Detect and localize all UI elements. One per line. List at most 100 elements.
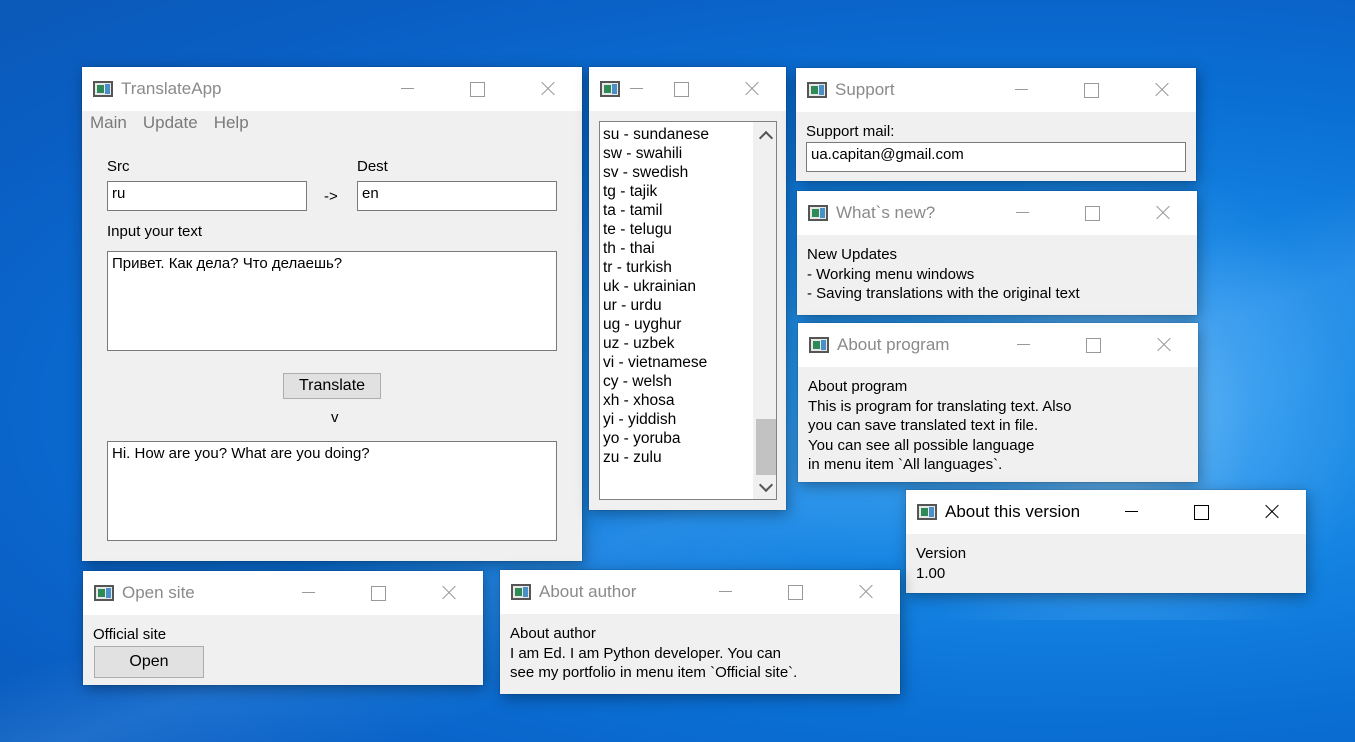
languages-scrollbar[interactable] — [753, 122, 776, 499]
arrow-label: -> — [324, 188, 338, 205]
menu-main[interactable]: Main — [82, 111, 135, 135]
languages-titlebar[interactable] — [589, 67, 786, 111]
app-icon — [93, 81, 113, 97]
open-site-titlebar[interactable]: Open site — [83, 571, 483, 615]
language-list-item[interactable]: tg - tajik — [603, 182, 776, 201]
minimize-icon[interactable] — [986, 68, 1056, 112]
src-label: Src — [107, 158, 130, 175]
languages-list-items: su - sundanese sw - swahili sv - swedish tg… — [600, 122, 776, 467]
official-site-label: Official site — [93, 626, 167, 643]
maximize-icon[interactable] — [1056, 68, 1126, 112]
language-list-item[interactable]: cy - welsh — [603, 372, 776, 391]
about-author-titlebar[interactable]: About author — [500, 570, 900, 614]
app-icon — [808, 205, 828, 221]
open-site-window-title: Open site — [122, 583, 195, 602]
about-version-text: Version 1.00 — [916, 545, 967, 582]
maximize-icon[interactable] — [442, 67, 512, 111]
language-list-item[interactable]: ta - tamil — [603, 201, 776, 220]
maximize-icon[interactable] — [1057, 191, 1127, 235]
scroll-up-icon[interactable] — [754, 126, 776, 146]
src-input[interactable]: ru — [107, 181, 307, 211]
translate-button[interactable]: Translate — [283, 373, 381, 399]
minimize-icon[interactable] — [988, 323, 1058, 367]
support-mail-label: Support mail: — [806, 123, 895, 140]
app-icon — [809, 337, 829, 353]
input-label: Input your text — [107, 223, 203, 240]
maximize-icon[interactable] — [646, 67, 716, 111]
language-list-item[interactable]: ug - uyghur — [603, 315, 776, 334]
main-titlebar[interactable]: TranslateApp — [82, 67, 582, 111]
whats-new-window: What`s new? New Updates - Working menu w… — [797, 191, 1197, 315]
minimize-icon[interactable] — [987, 191, 1057, 235]
language-list-item[interactable]: su - sundanese — [603, 125, 776, 144]
dest-label: Dest — [357, 158, 388, 175]
about-version-window: About this version Version 1.00 — [906, 490, 1306, 593]
app-icon — [807, 82, 827, 98]
maximize-icon[interactable] — [343, 571, 413, 615]
output-textarea[interactable]: Hi. How are you? What are you doing? — [107, 441, 557, 541]
language-list-item[interactable]: th - thai — [603, 239, 776, 258]
close-icon[interactable] — [1128, 323, 1198, 367]
close-icon[interactable] — [413, 571, 483, 615]
minimize-icon[interactable] — [1096, 490, 1166, 534]
language-list-item[interactable]: tr - turkish — [603, 258, 776, 277]
whats-new-window-title: What`s new? — [836, 203, 936, 222]
open-site-button[interactable]: Open — [94, 646, 204, 678]
down-marker: v — [331, 409, 339, 426]
main-window-title: TranslateApp — [121, 79, 222, 98]
support-window-title: Support — [835, 80, 895, 99]
minimize-icon[interactable] — [601, 67, 646, 111]
close-icon[interactable] — [716, 67, 786, 111]
language-list-item[interactable]: uk - ukrainian — [603, 277, 776, 296]
languages-window: su - sundanese sw - swahili sv - swedish tg… — [589, 67, 786, 510]
language-list-item[interactable]: xh - xhosa — [603, 391, 776, 410]
support-titlebar[interactable]: Support — [796, 68, 1196, 112]
maximize-icon[interactable] — [1058, 323, 1128, 367]
app-icon — [917, 504, 937, 520]
support-email-field[interactable]: ua.capitan@gmail.com — [806, 142, 1186, 172]
dest-input[interactable]: en — [357, 181, 557, 211]
language-list-item[interactable]: sv - swedish — [603, 163, 776, 182]
close-icon[interactable] — [830, 570, 900, 614]
scroll-down-icon[interactable] — [754, 477, 776, 497]
main-window: TranslateApp Main Update Help Src ru -> … — [82, 67, 582, 561]
close-icon[interactable] — [1126, 68, 1196, 112]
about-author-window-title: About author — [539, 582, 637, 601]
about-version-titlebar[interactable]: About this version — [906, 490, 1306, 534]
minimize-icon[interactable] — [273, 571, 343, 615]
menu-help[interactable]: Help — [206, 111, 257, 135]
whats-new-titlebar[interactable]: What`s new? — [797, 191, 1197, 235]
app-icon — [94, 585, 114, 601]
about-author-text: About author I am Ed. I am Python develo… — [510, 625, 798, 681]
app-icon — [511, 584, 531, 600]
open-site-window: Open site Official site Open — [83, 571, 483, 685]
maximize-icon[interactable] — [760, 570, 830, 614]
language-list-item[interactable]: sw - swahili — [603, 144, 776, 163]
minimize-icon[interactable] — [372, 67, 442, 111]
language-list-item[interactable]: vi - vietnamese — [603, 353, 776, 372]
about-program-titlebar[interactable]: About program — [798, 323, 1198, 367]
about-program-text: About program This is program for transl… — [808, 378, 1072, 473]
about-program-window: About program About program This is prog… — [798, 323, 1198, 482]
whats-new-text: New Updates - Working menu windows - Sav… — [807, 246, 1080, 302]
language-list-item[interactable]: yo - yoruba — [603, 429, 776, 448]
languages-list[interactable]: su - sundanese sw - swahili sv - swedish tg… — [599, 121, 777, 500]
about-version-window-title: About this version — [945, 502, 1081, 521]
language-list-item[interactable]: uz - uzbek — [603, 334, 776, 353]
language-list-item[interactable]: te - telugu — [603, 220, 776, 239]
support-window: Support Support mail: ua.capitan@gmail.c… — [796, 68, 1196, 181]
minimize-icon[interactable] — [690, 570, 760, 614]
about-author-window: About author About author I am Ed. I am … — [500, 570, 900, 694]
close-icon[interactable] — [1127, 191, 1197, 235]
scrollbar-thumb[interactable] — [756, 419, 776, 475]
language-list-item[interactable]: yi - yiddish — [603, 410, 776, 429]
close-icon[interactable] — [512, 67, 582, 111]
menu-update[interactable]: Update — [135, 111, 206, 135]
input-textarea[interactable]: Привет. Как дела? Что делаешь? — [107, 251, 557, 351]
close-icon[interactable] — [1236, 490, 1306, 534]
menu-bar: Main Update Help — [82, 111, 582, 135]
about-program-window-title: About program — [837, 335, 950, 354]
language-list-item[interactable]: ur - urdu — [603, 296, 776, 315]
maximize-icon[interactable] — [1166, 490, 1236, 534]
language-list-item[interactable]: zu - zulu — [603, 448, 776, 467]
